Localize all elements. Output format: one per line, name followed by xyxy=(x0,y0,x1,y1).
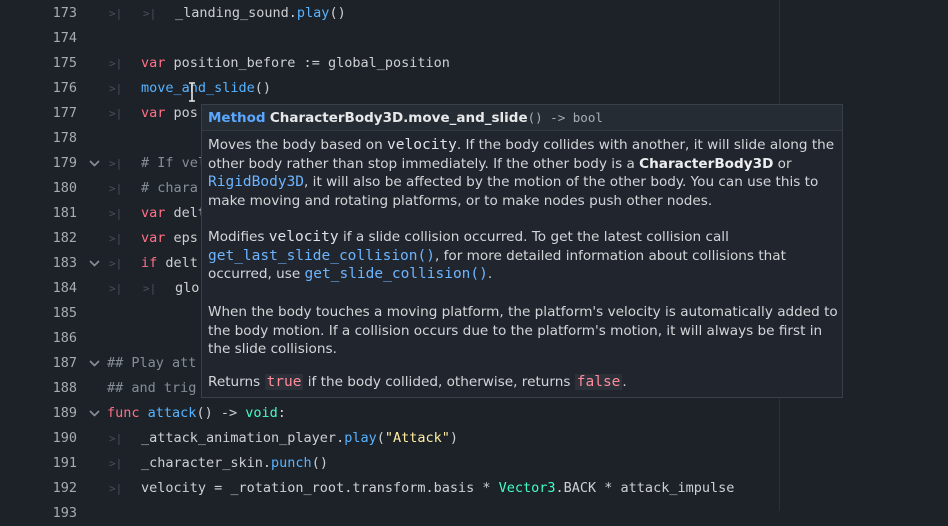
tooltip-paragraph-3: When the body touches a moving platform,… xyxy=(208,304,838,357)
line-number: 189 xyxy=(52,405,77,421)
code-text: var delt xyxy=(141,205,207,221)
code-text: _attack_animation_player.play("Attack") xyxy=(141,430,459,446)
tab-indent-marker-icon: >| xyxy=(109,182,123,195)
tab-indent-marker-icon: >| xyxy=(143,7,157,20)
line-number: 175 xyxy=(52,55,77,71)
code-velocity: velocity xyxy=(268,229,339,245)
tab-indent-marker-icon: >| xyxy=(109,7,123,20)
line-number: 190 xyxy=(52,430,77,446)
link-rigidbody3d[interactable]: RigidBody3D xyxy=(208,174,304,190)
line-number: 178 xyxy=(52,130,77,146)
code-line[interactable]: 176 >| move_and_slide() xyxy=(0,76,948,101)
tab-indent-marker-icon: >| xyxy=(109,257,123,270)
code-line[interactable]: 173 >| >| _landing_sound.play() xyxy=(0,1,948,26)
code-line[interactable]: 175 >| var position_before := global_posit… xyxy=(0,51,948,76)
tab-indent-marker-icon: >| xyxy=(109,432,123,445)
tooltip-return-type: () -> bool xyxy=(527,110,603,125)
link-get-slide-collision[interactable]: get_slide_collision() xyxy=(305,266,488,282)
code-text: var eps xyxy=(141,230,198,246)
fold-chevron-down-icon[interactable] xyxy=(88,151,102,176)
tooltip-paragraph-2: Modifies velocity if a slide collision o… xyxy=(208,229,786,282)
code-text: velocity = _rotation_root.transform.basi… xyxy=(141,480,735,496)
tab-indent-marker-icon: >| xyxy=(109,207,123,220)
code-text: _character_skin.punch() xyxy=(141,455,328,471)
code-true: true xyxy=(264,374,304,390)
class-name-characterbody3d: CharacterBody3D xyxy=(639,155,774,172)
code-text: if delt xyxy=(141,255,198,271)
line-number: 174 xyxy=(52,30,77,46)
code-text: _landing_sound.play() xyxy=(175,5,346,21)
code-text: move_and_slide() xyxy=(141,80,272,96)
line-number: 191 xyxy=(52,455,77,471)
line-number: 185 xyxy=(52,305,77,321)
line-number: 173 xyxy=(52,5,77,21)
line-number: 186 xyxy=(52,330,77,346)
code-text: glo xyxy=(175,280,200,296)
code-text: var pos xyxy=(141,105,198,121)
code-line[interactable]: 190 >| _attack_animation_player.play("Atta… xyxy=(0,426,948,451)
tab-indent-marker-icon: >| xyxy=(109,232,123,245)
line-number: 177 xyxy=(52,105,77,121)
fold-chevron-down-icon[interactable] xyxy=(88,251,102,276)
line-number: 180 xyxy=(52,180,77,196)
tab-indent-marker-icon: >| xyxy=(109,57,123,70)
line-number: 193 xyxy=(52,505,77,521)
line-number: 192 xyxy=(52,480,77,496)
code-text: ## and trig xyxy=(107,380,197,396)
code-velocity: velocity xyxy=(387,137,457,153)
tooltip-paragraph-4: Returns true if the body collided, other… xyxy=(208,374,627,390)
fold-chevron-down-icon[interactable] xyxy=(88,351,102,376)
code-line[interactable]: 193 xyxy=(0,501,948,526)
code-line[interactable]: 191 >| _character_skin.punch() xyxy=(0,451,948,476)
code-text: ## Play att xyxy=(107,355,197,371)
tooltip-kind: Method xyxy=(208,110,266,126)
code-line[interactable]: 189 func attack() -> void: xyxy=(0,401,948,426)
line-number: 183 xyxy=(52,255,77,271)
code-text: var position_before := global_position xyxy=(141,55,450,71)
code-false: false xyxy=(574,374,623,390)
tooltip-signature: CharacterBody3D.move_and_slide xyxy=(269,110,528,126)
link-get-last-slide-collision[interactable]: get_last_slide_collision() xyxy=(208,248,435,264)
line-number: 179 xyxy=(52,155,77,171)
line-number: 188 xyxy=(52,380,77,396)
code-text: # chara xyxy=(141,180,198,196)
line-number: 184 xyxy=(52,280,77,296)
line-number: 176 xyxy=(52,80,77,96)
tooltip-paragraph-1: Moves the body based on velocity. If the… xyxy=(208,137,835,209)
fold-chevron-down-icon[interactable] xyxy=(88,401,102,426)
tooltip-header: Method CharacterBody3D.move_and_slide() … xyxy=(202,105,842,131)
tab-indent-marker-icon: >| xyxy=(109,107,123,120)
tab-indent-marker-icon: >| xyxy=(143,282,157,295)
code-text: # If vel xyxy=(141,155,207,171)
tab-indent-marker-icon: >| xyxy=(109,457,123,470)
tab-indent-marker-icon: >| xyxy=(109,82,123,95)
text-cursor-icon xyxy=(189,82,195,102)
tab-indent-marker-icon: >| xyxy=(109,482,123,495)
code-text: func attack() -> void: xyxy=(107,405,286,421)
documentation-tooltip: Method CharacterBody3D.move_and_slide() … xyxy=(201,104,843,398)
line-number: 187 xyxy=(52,355,77,371)
line-number: 182 xyxy=(52,230,77,246)
code-line[interactable]: 192 >| velocity = _rotation_root.transform… xyxy=(0,476,948,501)
tab-indent-marker-icon: >| xyxy=(109,157,123,170)
tab-indent-marker-icon: >| xyxy=(109,282,123,295)
code-line[interactable]: 174 xyxy=(0,26,948,51)
line-number: 181 xyxy=(52,205,77,221)
